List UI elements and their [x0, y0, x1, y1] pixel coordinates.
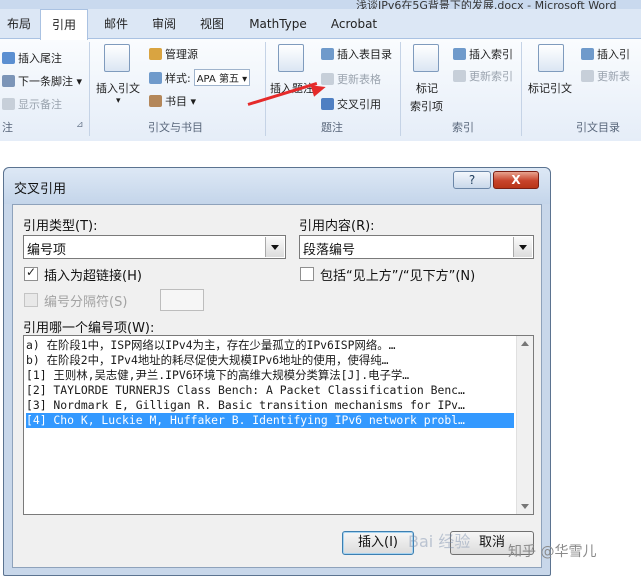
mark-entry-button-line1[interactable]: 标记	[416, 80, 438, 96]
manage-sources-icon	[149, 48, 162, 60]
group-separator	[521, 42, 522, 136]
table-of-figures-icon	[321, 48, 334, 60]
update-toa-icon	[581, 70, 594, 82]
baidu-watermark: Bai 经验	[408, 532, 471, 551]
manage-sources-button[interactable]: 管理源	[149, 46, 198, 62]
separate-numbers-label: 编号分隔符(S)	[44, 295, 128, 310]
tab-mathtype[interactable]: MathType	[240, 9, 316, 39]
insert-citation-dropdown-icon[interactable]: ▾	[116, 96, 121, 106]
list-scrollbar[interactable]	[516, 336, 533, 514]
include-above-below-checkbox[interactable]	[300, 267, 314, 281]
bibliography-icon	[149, 95, 162, 107]
index-group-label: 索引	[452, 121, 474, 134]
insert-index-icon	[453, 48, 466, 60]
insert-reference-to-select[interactable]: 段落编号	[299, 235, 534, 259]
close-icon: X	[511, 173, 521, 187]
insert-toa-button[interactable]: 插入引	[581, 46, 630, 62]
group-separator	[89, 42, 90, 136]
citations-group-label: 引文与书目	[148, 121, 203, 134]
insert-toa-icon	[581, 48, 594, 60]
separator-input[interactable]	[160, 289, 204, 311]
next-footnote-icon	[2, 75, 15, 87]
footnotes-dialog-launcher[interactable]: ⊿	[76, 120, 84, 130]
mark-entry-icon	[413, 44, 439, 72]
update-index-icon	[453, 70, 466, 82]
close-button[interactable]: X	[493, 171, 539, 189]
list-item[interactable]: [1] 王则林,吴志健,尹兰.IPV6环境下的高维大规模分类算法[J].电子学…	[26, 368, 514, 383]
insert-citation-button[interactable]: 插入引文	[96, 80, 140, 96]
endnote-icon	[2, 52, 15, 64]
show-notes-button[interactable]: 显示备注	[2, 96, 62, 112]
word-ribbon: 浅谈IPv6在5G背景下的发展.docx - Microsoft Word 布局…	[0, 0, 641, 141]
group-separator	[265, 42, 266, 136]
scroll-down-icon[interactable]	[521, 504, 529, 509]
show-notes-icon	[2, 98, 15, 110]
reference-type-value: 编号项	[27, 243, 67, 258]
list-item-selected[interactable]: [4] Cho K, Luckie M, Huffaker B. Identif…	[26, 413, 514, 428]
scroll-up-icon[interactable]	[521, 341, 529, 346]
chevron-down-icon[interactable]	[265, 237, 284, 257]
toa-group-label: 引文目录	[576, 121, 620, 134]
mark-citation-icon	[538, 44, 564, 72]
update-table-button[interactable]: 更新表格	[321, 71, 381, 87]
insert-citation-icon	[104, 44, 130, 72]
mark-entry-button-line2[interactable]: 索引项	[410, 98, 443, 114]
tab-mailings[interactable]: 邮件	[94, 9, 138, 39]
insert-caption-icon	[278, 44, 304, 72]
update-toa-button[interactable]: 更新表	[581, 68, 630, 84]
bibliography-button[interactable]: 书目 ▾	[149, 93, 196, 109]
list-item[interactable]: b) 在阶段2中，IPv4地址的耗尽促使大规模IPv6地址的使用，使得纯…	[26, 353, 514, 368]
reference-type-label: 引用类型(T):	[23, 219, 98, 234]
separate-numbers-checkbox[interactable]	[24, 293, 38, 307]
insert-reference-to-value: 段落编号	[303, 243, 356, 258]
tab-view[interactable]: 视图	[190, 9, 234, 39]
tab-acrobat[interactable]: Acrobat	[320, 9, 388, 39]
citation-style-control[interactable]: 样式: APA 第五 ▾	[149, 69, 251, 86]
insert-endnote-button[interactable]: 插入尾注	[2, 50, 62, 66]
group-separator	[400, 42, 401, 136]
style-icon	[149, 72, 162, 84]
zhihu-watermark: 知乎 @华雪儿	[508, 544, 597, 560]
tab-references[interactable]: 引用	[40, 9, 88, 40]
help-button[interactable]: ?	[453, 171, 491, 189]
insert-table-of-figures-button[interactable]: 插入表目录	[321, 46, 392, 62]
chevron-down-icon[interactable]	[513, 237, 532, 257]
tab-review[interactable]: 审阅	[142, 9, 186, 39]
include-above-below-label[interactable]: 包括“见上方”/“见下方”(N)	[320, 265, 475, 284]
list-item[interactable]: [2] TAYLORDE TURNERJS Class Bench: A Pac…	[26, 383, 514, 398]
list-item[interactable]: [3] Nordmark E, Gilligan R. Basic transi…	[26, 398, 514, 413]
reference-type-select[interactable]: 编号项	[23, 235, 286, 259]
cross-reference-button[interactable]: 交叉引用	[321, 96, 381, 112]
dialog-client-area: 引用类型(T): 编号项 引用内容(R): 段落编号 插入为超链接(H) 包括“…	[12, 204, 542, 568]
insert-index-button[interactable]: 插入索引	[453, 46, 513, 62]
cross-reference-icon	[321, 98, 334, 110]
insert-reference-to-label: 引用内容(R):	[299, 219, 375, 234]
insert-as-hyperlink-checkbox[interactable]	[24, 265, 38, 281]
footnotes-group-label: 注	[2, 121, 13, 134]
list-item[interactable]: a) 在阶段1中，ISP网络以IPv4为主，存在少量孤立的IPv6ISP网络。…	[26, 338, 514, 353]
insert-button[interactable]: 插入(I)	[342, 531, 414, 555]
insert-as-hyperlink-label[interactable]: 插入为超链接(H)	[44, 265, 142, 284]
dialog-title: 交叉引用	[14, 182, 67, 197]
update-index-button[interactable]: 更新索引	[453, 68, 513, 84]
title-bar: 浅谈IPv6在5G背景下的发展.docx - Microsoft Word	[0, 0, 641, 12]
captions-group-label: 题注	[321, 121, 343, 134]
cross-reference-dialog: 交叉引用 ? X 引用类型(T): 编号项 引用内容(R): 段落编号 插入为超…	[3, 167, 551, 576]
for-which-label: 引用哪一个编号项(W):	[23, 321, 155, 336]
citation-style-select[interactable]: APA 第五 ▾	[193, 69, 251, 86]
next-footnote-button[interactable]: 下一条脚注 ▾	[2, 73, 82, 89]
tab-layout[interactable]: 布局	[0, 9, 38, 39]
numbered-items-list[interactable]: a) 在阶段1中，ISP网络以IPv4为主，存在少量孤立的IPv6ISP网络。……	[23, 335, 534, 515]
mark-citation-button[interactable]: 标记引文	[528, 80, 572, 96]
help-icon: ?	[468, 173, 476, 187]
